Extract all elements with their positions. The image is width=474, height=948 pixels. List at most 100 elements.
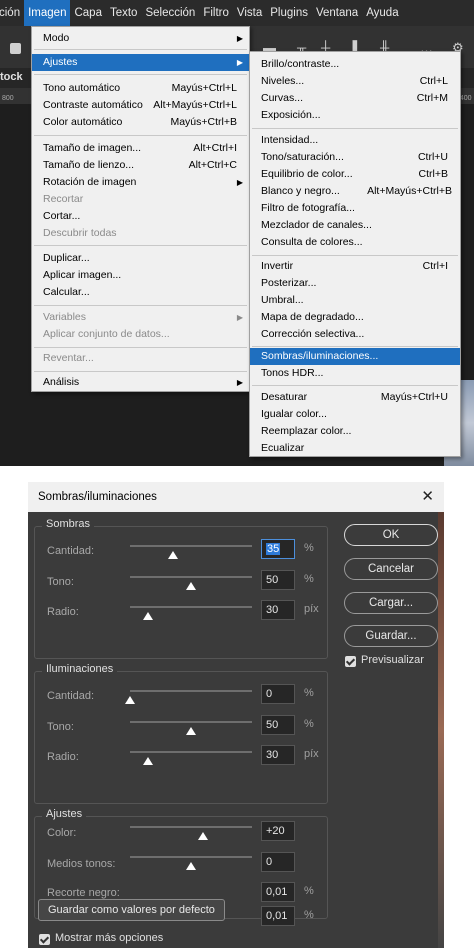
sombras-cantidad-slider-thumb[interactable] (167, 551, 178, 559)
menu-item-reventar: Reventar... (43, 352, 94, 364)
menu-item-tonos-hdr[interactable]: Tonos HDR... (250, 365, 460, 382)
iluminaciones-tono-slider-thumb[interactable] (186, 727, 196, 735)
sombras-radio-slider-thumb[interactable] (143, 612, 154, 620)
menu-filtro[interactable]: Filtro (199, 0, 233, 26)
menu-bar: ción Imagen Capa Texto Selección Filtro … (0, 0, 474, 26)
sombras-cantidad-track[interactable] (130, 545, 252, 547)
menu-ayuda[interactable]: Ayuda (362, 0, 402, 26)
color-track[interactable] (130, 826, 252, 828)
menu-item-cortar[interactable]: Cortar... (32, 208, 249, 225)
menu-separator (34, 74, 247, 75)
menu-item-mapa-degradado[interactable]: Mapa de degradado... (250, 309, 460, 326)
menu-item-desaturar[interactable]: Desaturar Mayús+Ctrl+U (250, 389, 460, 406)
menu-item-tono-saturacion[interactable]: Tono/saturación... Ctrl+U (250, 149, 460, 166)
medios-tonos-slider-thumb[interactable] (186, 862, 196, 870)
sombras-tono-slider-thumb[interactable] (186, 582, 196, 590)
medios-tonos-input[interactable]: 0 (261, 852, 295, 872)
menu-plugins[interactable]: Plugins (266, 0, 312, 26)
sombras-tono-unit: % (304, 573, 314, 585)
color-input[interactable]: +20 (261, 821, 295, 841)
preview-checkbox[interactable] (345, 656, 356, 667)
preview-label: Previsualizar (361, 654, 424, 666)
menu-item-niveles[interactable]: Niveles... Ctrl+L (250, 73, 460, 90)
menu-item-tamano-lienzo[interactable]: Tamaño de lienzo... Alt+Ctrl+C (32, 157, 249, 174)
menu-item-aplicar-conjunto: Aplicar conjunto de datos... (43, 328, 170, 340)
load-button[interactable]: Cargar... (344, 592, 438, 614)
menu-item-descubrir: Descubrir todas (43, 227, 117, 239)
sombras-tono-track[interactable] (130, 576, 252, 578)
menu-item-filtro-fotografia[interactable]: Filtro de fotografía... (250, 200, 460, 217)
sombras-tono-input[interactable]: 50 (261, 570, 295, 590)
menu-item-color-automatico[interactable]: Color automático Mayús+Ctrl+B (32, 114, 249, 131)
menu-item-tono-automatico[interactable]: Tono automático Mayús+Ctrl+L (32, 80, 249, 97)
iluminaciones-cantidad-track[interactable] (130, 690, 252, 692)
menu-item-aplicar-imagen[interactable]: Aplicar imagen... (32, 267, 249, 284)
more-options-checkbox[interactable] (39, 934, 50, 945)
submenu-arrow-icon: ▶ (236, 178, 243, 187)
cancel-button[interactable]: Cancelar (344, 558, 438, 580)
menu-item-igualar-color[interactable]: Igualar color... (250, 406, 460, 423)
menu-item-curvas[interactable]: Curvas... Ctrl+M (250, 90, 460, 107)
menu-item-tamano-imagen[interactable]: Tamaño de imagen... Alt+Ctrl+I (32, 140, 249, 157)
menu-item-recortar: Recortar (43, 193, 84, 205)
iluminaciones-radio-slider-thumb[interactable] (143, 757, 154, 765)
imagen-menu: Modo ▶ Ajustes ▶ Tono automático Mayús+Ctrl… (31, 26, 250, 392)
menu-item-correccion-selectiva[interactable]: Corrección selectiva... (250, 326, 460, 343)
menu-item-rotacion[interactable]: Rotación de imagen ▶ (32, 174, 249, 191)
iluminaciones-tono-label: Tono: (47, 721, 74, 733)
ok-button[interactable]: OK (344, 524, 438, 546)
menu-item-consulta-colores[interactable]: Consulta de colores... (250, 234, 460, 251)
close-icon[interactable]: ✕ (421, 482, 434, 512)
sombras-radio-track[interactable] (130, 606, 252, 608)
save-button[interactable]: Guardar... (344, 625, 438, 647)
menu-item-equilibrio-color[interactable]: Equilibrio de color... Ctrl+B (250, 166, 460, 183)
recorte-blanco-input[interactable]: 0,01 (261, 906, 295, 926)
color-slider-thumb[interactable] (198, 832, 209, 840)
iluminaciones-tono-input[interactable]: 50 (261, 715, 295, 735)
menu-item-posterizar[interactable]: Posterizar... (250, 275, 460, 292)
recorte-negro-unit: % (304, 885, 314, 897)
menu-item-sombras-iluminaciones[interactable]: Sombras/iluminaciones... (250, 348, 460, 365)
toolbar-checkbox[interactable] (10, 43, 21, 54)
menu-ventana[interactable]: Ventana (312, 0, 362, 26)
menu-item-calcular[interactable]: Calcular... (32, 284, 249, 301)
menu-item-umbral[interactable]: Umbral... (250, 292, 460, 309)
menu-item-mezclador[interactable]: Mezclador de canales... (250, 217, 460, 234)
document-tab-label[interactable]: tock (0, 71, 23, 83)
menu-item-invertir[interactable]: Invertir Ctrl+I (250, 258, 460, 275)
sombras-radio-input[interactable]: 30 (261, 600, 295, 620)
menu-imagen[interactable]: Imagen (24, 0, 71, 26)
menu-item-brillo[interactable]: Brillo/contraste... (250, 56, 460, 73)
menu-item-analisis[interactable]: Análisis ▶ (32, 374, 249, 391)
ajustes-submenu: Brillo/contraste... Niveles... Ctrl+L Cur… (249, 51, 461, 457)
iluminaciones-cantidad-slider-thumb[interactable] (125, 696, 135, 704)
menu-item-modo[interactable]: Modo ▶ (32, 30, 249, 47)
menu-item-ajustes[interactable]: Ajustes ▶ (32, 54, 249, 71)
menu-capa[interactable]: Capa (70, 0, 106, 26)
photoshop-menu-screenshot: ción Imagen Capa Texto Selección Filtro … (0, 0, 474, 466)
iluminaciones-tono-track[interactable] (130, 721, 252, 723)
menu-item-intensidad[interactable]: Intensidad... (250, 132, 460, 149)
iluminaciones-cantidad-input[interactable]: 0 (261, 684, 295, 704)
medios-tonos-track[interactable] (130, 856, 252, 858)
menu-item-duplicar[interactable]: Duplicar... (32, 250, 249, 267)
menu-item-reemplazar-color[interactable]: Reemplazar color... (250, 423, 460, 440)
menu-item-contraste-automatico[interactable]: Contraste automático Alt+Mayús+Ctrl+L (32, 97, 249, 114)
menu-vista[interactable]: Vista (233, 0, 266, 26)
shadows-highlights-dialog-screenshot: Sombras/iluminaciones ✕ Sombras Cantidad… (28, 482, 444, 948)
iluminaciones-radio-input[interactable]: 30 (261, 745, 295, 765)
sombras-cantidad-unit: % (304, 542, 314, 554)
save-as-default-button[interactable]: Guardar como valores por defecto (38, 899, 225, 921)
iluminaciones-radio-track[interactable] (130, 751, 252, 753)
menu-texto[interactable]: Texto (106, 0, 142, 26)
menu-seleccion-partial[interactable]: ción (0, 0, 24, 26)
menu-separator (252, 255, 458, 256)
menu-separator (34, 305, 247, 306)
menu-item-exposicion[interactable]: Exposición... (250, 107, 460, 124)
menu-item-blanco-negro[interactable]: Blanco y negro... Alt+Mayús+Ctrl+B (250, 183, 460, 200)
menu-item-ecualizar[interactable]: Ecualizar (250, 440, 460, 457)
medios-tonos-label: Medios tonos: (47, 858, 116, 870)
recorte-negro-input[interactable]: 0,01 (261, 882, 295, 902)
sombras-cantidad-input[interactable]: 35 (261, 539, 295, 559)
menu-seleccion[interactable]: Selección (141, 0, 199, 26)
